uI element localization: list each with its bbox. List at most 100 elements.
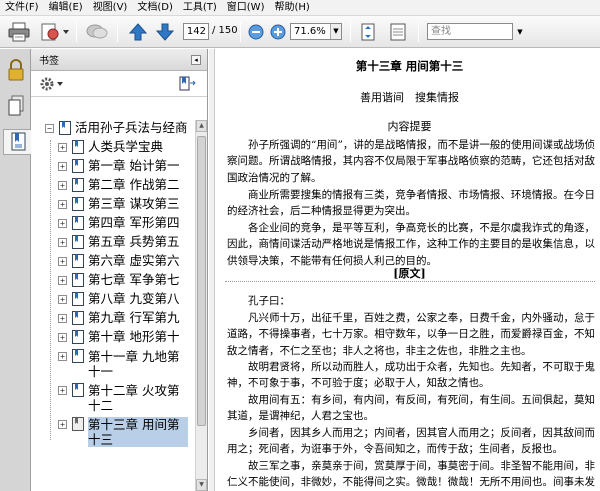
expand-toggle[interactable]: + <box>58 143 67 152</box>
expand-toggle[interactable]: + <box>58 295 67 304</box>
bookmark-label: 第九章 行军第九 <box>88 310 180 325</box>
expand-toggle[interactable]: + <box>58 257 67 266</box>
bookmark-item[interactable]: + 第十章 地形第十 <box>58 330 179 344</box>
document-view[interactable]: 第十三章 用间第十三 善用谐间 搜集情报 内容提要 孙子所强调的“用间”，讲的是… <box>209 49 600 491</box>
fit-page-button[interactable] <box>357 20 379 44</box>
speech-bubble-icon <box>86 24 108 39</box>
print-button[interactable] <box>6 20 32 44</box>
expand-toggle[interactable]: + <box>58 219 67 228</box>
bookmark-label: 第四章 军形第四 <box>88 215 180 230</box>
bookmark-item[interactable]: + 第八章 九变第八 <box>58 292 179 306</box>
pages-button[interactable] <box>3 93 28 119</box>
bookmark-item[interactable]: + 第十一章 九地第十一 <box>58 349 188 379</box>
fit-page-icon <box>361 23 375 41</box>
bookmark-label: 第七章 军争第七 <box>88 272 180 287</box>
expand-toggle[interactable]: + <box>58 420 67 429</box>
menu-document[interactable]: 文档(D) <box>134 1 180 15</box>
toolbar-separator <box>76 22 77 42</box>
bookmark-label: 第一章 始计第一 <box>88 158 180 173</box>
bookmark-icon <box>72 140 84 154</box>
toolbar: 142 / 150 71.6% ▼ 查找 ▼ <box>0 16 600 48</box>
bookmark-item[interactable]: + 第九章 行军第九 <box>58 311 179 325</box>
expand-toggle[interactable]: + <box>58 314 67 323</box>
zoom-out-button[interactable] <box>246 20 266 44</box>
fit-width-button[interactable] <box>387 20 409 44</box>
page-number-input[interactable]: 142 <box>183 23 209 40</box>
scroll-up-icon[interactable]: ▲ <box>196 120 207 132</box>
security-button[interactable] <box>3 57 28 83</box>
document-share-icon <box>41 23 69 41</box>
bookmark-root[interactable]: − 活用孙子兵法与经商 <box>45 121 188 135</box>
bookmark-icon <box>72 311 84 325</box>
bookmark-label: 第十二章 火攻第十二 <box>88 383 180 413</box>
bookmark-item[interactable]: + 第一章 始计第一 <box>58 159 179 173</box>
expand-toggle[interactable]: + <box>58 181 67 190</box>
zoom-in-button[interactable] <box>268 20 288 44</box>
pages-icon <box>8 95 23 116</box>
bookmark-icon <box>72 159 84 173</box>
toolbar-separator <box>117 22 118 42</box>
next-page-button[interactable] <box>153 20 177 44</box>
fit-width-icon <box>390 23 406 41</box>
menu-edit[interactable]: 编辑(E) <box>46 1 90 15</box>
bookmark-label: 第八章 九变第八 <box>88 291 180 306</box>
bookmark-item[interactable]: + 人类兵学宝典 <box>58 140 163 154</box>
bookmark-item[interactable]: + 第三章 谋攻第三 <box>58 197 179 211</box>
original-paragraph: 故三军之事，亲莫亲于间，赏莫厚于间，事莫密于间。非圣智不能用间，非仁义不能使间，… <box>227 460 595 489</box>
bookmark-item[interactable]: + 第五章 兵势第五 <box>58 235 179 249</box>
zoom-value: 71.6% <box>294 26 326 37</box>
bookmark-item[interactable]: + 第六章 虚实第六 <box>58 254 179 268</box>
bookmark-item[interactable]: + 第二章 作战第二 <box>58 178 179 192</box>
chevron-down-icon[interactable]: ▼ <box>330 24 341 39</box>
bookmark-item[interactable]: + 第四章 军形第四 <box>58 216 179 230</box>
expand-toggle[interactable]: + <box>58 352 67 361</box>
bookmark-label: 第五章 兵势第五 <box>88 234 180 249</box>
expand-toggle[interactable]: + <box>58 162 67 171</box>
chapter-subtitle: 善用谐间 搜集情报 <box>360 91 459 104</box>
options-menu-button[interactable] <box>39 76 65 95</box>
expand-toggle[interactable]: + <box>58 276 67 285</box>
original-paragraph: 孔子曰： <box>248 295 290 307</box>
bookmark-label: 第十一章 九地第十一 <box>88 349 180 379</box>
expand-toggle[interactable]: + <box>58 333 67 342</box>
toolbar-separator <box>350 22 351 42</box>
bookmark-label: 第二章 作战第二 <box>88 177 180 192</box>
bookmark-label: 人类兵学宝典 <box>88 139 164 154</box>
bookmark-label: 第六章 虚实第六 <box>88 253 180 268</box>
expand-toggle[interactable]: + <box>58 200 67 209</box>
bookmark-icon <box>72 273 84 287</box>
bookmark-icon <box>72 197 84 211</box>
attach-button[interactable] <box>38 20 72 44</box>
search-dropdown[interactable]: ▼ <box>514 20 526 44</box>
previous-page-button[interactable] <box>126 20 150 44</box>
scrollbar-thumb[interactable] <box>197 136 206 426</box>
menu-view[interactable]: 视图(V) <box>90 1 135 15</box>
summary-paragraph: 各企业间的竞争，是平等互利，争高竞长的比赛，不是尔虞我诈式的角逐，因此，商情间谍… <box>227 222 595 267</box>
menu-file[interactable]: 文件(F) <box>2 1 46 15</box>
bookmark-icon <box>72 417 84 431</box>
collapse-panel-icon[interactable]: ◂ <box>191 55 201 65</box>
bookmark-icon <box>72 254 84 268</box>
bookmark-item-selected[interactable]: + 第十三章 用间第十三 <box>58 417 188 447</box>
bookmarks-scrollbar[interactable]: ▲ ▼ <box>195 120 207 491</box>
scroll-down-icon[interactable]: ▼ <box>196 479 207 491</box>
search-input[interactable]: 查找 <box>427 23 513 40</box>
arrow-down-icon <box>155 23 175 41</box>
collapse-toggle[interactable]: − <box>45 123 54 133</box>
bookmark-item[interactable]: + 第十二章 火攻第十二 <box>58 383 188 413</box>
expand-bookmark-button[interactable] <box>179 76 197 95</box>
divider <box>225 281 595 282</box>
chapter-title: 第十三章 用间第十三 <box>355 59 464 73</box>
zoom-out-icon <box>248 24 264 40</box>
arrow-up-icon <box>128 23 148 41</box>
menu-window[interactable]: 窗口(W) <box>224 1 272 15</box>
menu-help[interactable]: 帮助(H) <box>271 1 316 15</box>
bookmark-item[interactable]: + 第七章 军争第七 <box>58 273 179 287</box>
expand-toggle[interactable]: + <box>58 386 67 395</box>
zoom-select[interactable]: 71.6% ▼ <box>290 23 342 40</box>
comment-button[interactable] <box>83 20 111 44</box>
menu-tools[interactable]: 工具(T) <box>180 1 224 15</box>
expand-toggle[interactable]: + <box>58 238 67 247</box>
bookmarks-button[interactable] <box>3 129 31 155</box>
bookmark-goto-icon <box>179 76 196 91</box>
